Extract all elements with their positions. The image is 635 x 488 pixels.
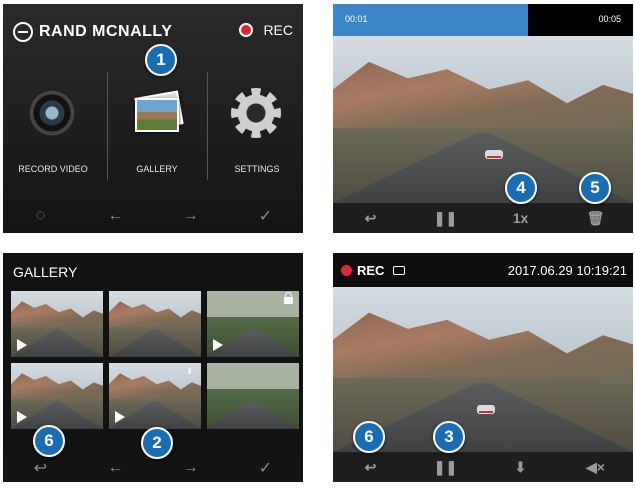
arrow-left-icon[interactable]: ←: [96, 207, 136, 225]
protected-icon: ⬇: [186, 367, 193, 376]
datetime: 2017.06.29 10:19:21: [507, 263, 627, 278]
check-icon[interactable]: ✓: [246, 206, 286, 226]
gallery-thumbnail[interactable]: [11, 291, 103, 357]
back-icon[interactable]: ↩: [21, 458, 61, 478]
photos-icon: [131, 90, 184, 132]
protect-icon[interactable]: ⬇: [501, 459, 541, 476]
callout-badge-1: 1: [145, 44, 177, 76]
progress-bar[interactable]: 00:01 00:05: [333, 4, 633, 36]
recording-screen: REC 2017.06.29 10:19:21 ↩ ❚❚ ⬇ ◀× 6 3: [333, 253, 633, 482]
rec-label: REC: [263, 22, 293, 38]
pause-icon[interactable]: ❚❚: [426, 210, 466, 227]
callout-badge-2: 2: [141, 427, 173, 459]
camera-lens-icon: [29, 90, 75, 136]
gallery-thumbnail[interactable]: [11, 363, 103, 429]
time-current: 00:01: [345, 14, 368, 24]
gallery-thumbnail[interactable]: [109, 291, 201, 357]
play-icon: [17, 411, 27, 423]
play-icon: [17, 339, 27, 351]
rec-indicator: REC: [239, 22, 293, 38]
trash-icon[interactable]: 🗑: [576, 210, 616, 227]
play-icon: [115, 411, 125, 423]
menu-gallery[interactable]: GALLERY: [107, 64, 207, 184]
rec-dot-icon: [341, 265, 352, 276]
menu-record-video[interactable]: RECORD VIDEO: [3, 64, 103, 184]
bottom-nav: ◌ ← → ✓: [3, 199, 303, 233]
mute-icon[interactable]: ◀×: [576, 459, 616, 476]
callout-badge-3: 3: [433, 421, 465, 453]
pause-icon[interactable]: ❚❚: [426, 459, 466, 476]
callout-badge-4: 4: [505, 172, 537, 204]
recording-controls: ↩ ❚❚ ⬇ ◀×: [333, 452, 633, 482]
callout-badge-5: 5: [579, 172, 611, 204]
main-menu-screen: RAND MCNALLY REC RECORD VIDEO GALLERY SE…: [3, 4, 303, 233]
arrow-right-icon[interactable]: →: [171, 459, 211, 477]
rec-indicator: REC: [341, 263, 406, 278]
rec-dot-icon: [239, 23, 254, 37]
gallery-thumbnail[interactable]: [207, 363, 299, 429]
callout-badge-6: 6: [33, 425, 65, 457]
speed-button[interactable]: 1x: [501, 210, 541, 226]
arrow-right-icon[interactable]: →: [171, 207, 211, 225]
playback-controls: ↩ ❚❚ 1x 🗑: [333, 203, 633, 233]
rec-label: REC: [357, 263, 385, 278]
gallery-title: GALLERY: [13, 264, 78, 280]
brand-logo: RAND MCNALLY: [13, 22, 172, 42]
play-icon: [213, 339, 223, 351]
compass-icon: [13, 22, 33, 42]
status-bar: REC 2017.06.29 10:19:21: [333, 253, 633, 287]
wifi-icon[interactable]: ◌: [21, 207, 61, 225]
menu-settings-label: SETTINGS: [234, 164, 280, 174]
gear-icon: [231, 88, 281, 138]
brand-name: RAND MCNALLY: [39, 23, 173, 40]
menu-settings[interactable]: SETTINGS: [207, 64, 303, 184]
time-total: 00:05: [598, 14, 621, 24]
back-icon[interactable]: ↩: [351, 459, 391, 476]
gallery-screen: GALLERY ⬇ ↩ ← → ✓ 6 2: [3, 253, 303, 482]
playback-screen: 00:01 00:05 ↩ ❚❚ 1x 🗑 4 5: [333, 4, 633, 233]
lock-icon: [284, 292, 293, 304]
loop-icon: [393, 266, 406, 275]
gallery-thumbnail[interactable]: ⬇: [109, 363, 201, 429]
check-icon[interactable]: ✓: [246, 458, 286, 478]
gallery-thumbnail[interactable]: [207, 291, 299, 357]
back-icon[interactable]: ↩: [351, 210, 391, 227]
menu-record-video-label: RECORD VIDEO: [18, 164, 88, 174]
menu-gallery-label: GALLERY: [136, 164, 178, 174]
arrow-left-icon[interactable]: ←: [96, 459, 136, 477]
callout-badge-6: 6: [353, 421, 385, 453]
